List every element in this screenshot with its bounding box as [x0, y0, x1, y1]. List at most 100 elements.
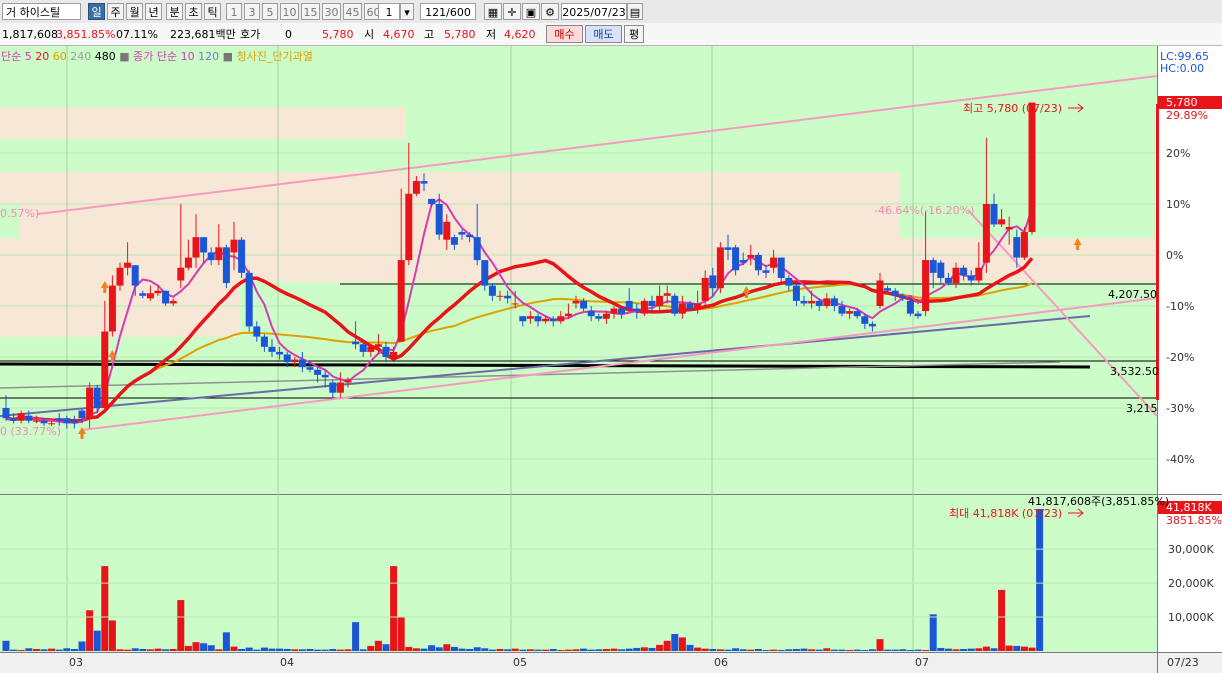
- quote-value: 0: [285, 28, 292, 41]
- candle-body: [496, 295, 504, 297]
- crosshair-icon-button[interactable]: ✛: [503, 3, 521, 20]
- volume-bar: [633, 647, 641, 651]
- candle-body: [914, 313, 922, 317]
- legend-ma60[interactable]: 60: [53, 50, 67, 63]
- candle-body: [815, 300, 823, 306]
- calendar-button[interactable]: ▤: [627, 3, 643, 20]
- legend-ma480[interactable]: 480: [95, 50, 116, 63]
- volume-bar: [321, 649, 329, 651]
- high-label: 고: [424, 28, 435, 41]
- volume-bar: [944, 648, 952, 651]
- tab-minute[interactable]: 분: [166, 3, 183, 20]
- interval-45[interactable]: 45: [343, 3, 362, 20]
- legend-bar: 단순 5 20 60 240 480 ■ 종가 단순 10 120 ■ 청사진_…: [1, 49, 313, 64]
- volume-bar: [777, 649, 785, 651]
- candle-body: [610, 308, 618, 314]
- candle-body: [298, 359, 306, 368]
- level-label-3532: 3,532.50: [1110, 365, 1159, 378]
- legend-ma5[interactable]: 5: [25, 50, 32, 63]
- candle-body: [93, 387, 101, 408]
- volume-bar: [610, 648, 618, 651]
- candle-body: [846, 311, 854, 314]
- candle-body: [952, 267, 960, 284]
- candle-body: [648, 300, 656, 306]
- volume-bar: [549, 648, 557, 651]
- candle-body: [709, 275, 717, 289]
- save-icon-button[interactable]: ▣: [522, 3, 540, 20]
- candle-body: [70, 420, 78, 424]
- month-label: 07: [915, 656, 929, 669]
- count-field[interactable]: 121/600: [420, 3, 476, 20]
- high-marker-label: 최고 5,780 (07/23): [963, 102, 1062, 115]
- candle-body: [633, 308, 641, 312]
- volume-bar: [1020, 646, 1028, 651]
- tab-daily[interactable]: 일: [88, 3, 105, 20]
- candle-body: [861, 316, 869, 324]
- candle-body: [595, 316, 603, 319]
- candle-body: [412, 181, 420, 194]
- legend-vma10[interactable]: 10: [181, 50, 195, 63]
- candle-body: [32, 420, 40, 422]
- candle-body: [549, 318, 557, 322]
- open-value: 4,670: [383, 28, 415, 41]
- interval-15[interactable]: 15: [301, 3, 320, 20]
- volume-bar: [260, 647, 268, 651]
- buy-button[interactable]: 매수: [546, 25, 583, 43]
- volume-bar: [10, 649, 18, 651]
- candle-body: [207, 252, 215, 261]
- pct-tick-label: -40%: [1166, 453, 1194, 466]
- eval-button[interactable]: 평: [624, 25, 644, 43]
- volume-bar: [488, 649, 496, 651]
- volume-bar: [876, 639, 884, 651]
- candle-body: [146, 293, 154, 299]
- volume-bar: [922, 649, 930, 651]
- legend-signal[interactable]: 청사진_단기과열: [237, 50, 313, 63]
- stock-name-field[interactable]: 거 하이스틸: [2, 3, 81, 20]
- resistance-zone-mid2: [20, 205, 900, 240]
- tab-yearly[interactable]: 년: [145, 3, 162, 20]
- volume-bar: [283, 648, 291, 651]
- volume-bar: [838, 649, 846, 651]
- tab-tick[interactable]: 틱: [204, 3, 221, 20]
- high-value: 5,780: [444, 28, 476, 41]
- price-chart[interactable]: 5,78029.89% 20% 10% 0% -10% -20% -30% -40% 4,207…: [0, 46, 1222, 673]
- interval-3[interactable]: 3: [244, 3, 260, 20]
- settings-icon-button[interactable]: ⚙: [541, 3, 559, 20]
- volume-bar: [63, 648, 71, 651]
- candle-body: [656, 295, 664, 306]
- volume-bar: [808, 649, 816, 651]
- interval-30[interactable]: 30: [322, 3, 341, 20]
- candle-body: [754, 255, 762, 271]
- candle-body: [40, 420, 48, 424]
- legend-ma240[interactable]: 240: [70, 50, 91, 63]
- candle-body: [526, 316, 534, 319]
- pct-tick-label: -30%: [1166, 402, 1194, 415]
- interval-5[interactable]: 5: [262, 3, 278, 20]
- volume-bar: [557, 649, 565, 651]
- date-field[interactable]: 2025/07/23: [561, 3, 627, 20]
- legend-vma120[interactable]: 120: [198, 50, 219, 63]
- candle-body: [390, 351, 398, 357]
- candle-body: [686, 303, 694, 309]
- grid-icon-button[interactable]: ▦: [484, 3, 502, 20]
- resistance-zone-top: [0, 107, 406, 139]
- volume-bar: [70, 648, 78, 651]
- tab-weekly[interactable]: 주: [107, 3, 124, 20]
- tab-second[interactable]: 초: [185, 3, 202, 20]
- interval-input[interactable]: 1: [378, 3, 400, 20]
- tab-monthly[interactable]: 월: [126, 3, 143, 20]
- volume-bar: [504, 649, 512, 651]
- volume-bar: [268, 648, 276, 651]
- volume-bar: [602, 648, 610, 651]
- interval-10[interactable]: 10: [280, 3, 299, 20]
- volume-bar: [648, 647, 656, 651]
- interval-1[interactable]: 1: [226, 3, 242, 20]
- candle-body: [443, 221, 451, 240]
- sell-button[interactable]: 매도: [585, 25, 622, 43]
- level-label-3215: 3,215: [1126, 402, 1158, 415]
- candle-body: [1005, 226, 1013, 230]
- volume-bar: [443, 644, 451, 651]
- interval-dropdown[interactable]: ▾: [400, 3, 414, 20]
- candle-body: [1013, 237, 1021, 258]
- legend-ma20[interactable]: 20: [35, 50, 49, 63]
